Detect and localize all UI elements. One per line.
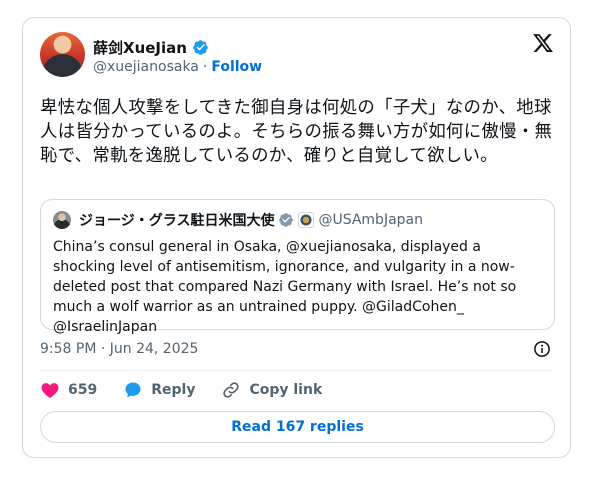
like-count: 659 (68, 382, 98, 398)
quoted-author-row: ジョージ・グラス駐日米国大使 @USAmbJapan (79, 210, 423, 230)
action-bar: 659 Reply Copy link (40, 379, 348, 401)
follow-button[interactable]: Follow (211, 59, 262, 75)
tweet-text: 卑怯な個人攻撃をしてきた御自身は何処の「子犬」なのか、地球人は皆分かっているのよ… (40, 98, 553, 166)
handle-separator: · (202, 59, 208, 75)
author-display-name[interactable]: 薛剑XueJian (93, 37, 187, 58)
quoted-author-avatar (53, 211, 71, 229)
quoted-tweet-text: China’s consul general in Osaka, @xuejia… (53, 239, 517, 335)
author-handle[interactable]: @xuejianosaka (93, 59, 199, 75)
author-name-row: 薛剑XueJian (93, 37, 209, 57)
read-replies-button[interactable]: Read 167 replies (40, 411, 555, 443)
link-icon (223, 382, 240, 398)
copy-link-button[interactable]: Copy link (221, 380, 322, 400)
tweet-card: 薛剑XueJian @xuejianosaka · Follow 卑怯な個人攻撃… (22, 17, 571, 458)
info-icon[interactable] (533, 340, 551, 358)
divider (40, 370, 553, 371)
copy-link-label: Copy link (249, 382, 323, 398)
tweet-timestamp[interactable]: 9:58 PM · Jun 24, 2025 (40, 341, 198, 357)
verified-badge-icon (279, 213, 294, 227)
author-handle-row: @xuejianosaka · Follow (93, 59, 262, 75)
like-button[interactable]: 659 (40, 380, 97, 400)
quoted-author-name: ジョージ・グラス駐日米国大使 (79, 213, 275, 229)
quoted-tweet[interactable]: ジョージ・グラス駐日米国大使 @USAmbJapan China’s consu… (40, 199, 555, 335)
x-logo-icon[interactable] (532, 32, 554, 54)
heart-icon (41, 383, 59, 398)
reply-icon (125, 382, 141, 398)
author-avatar[interactable] (40, 32, 85, 77)
quoted-author-handle: @USAmbJapan (318, 212, 423, 228)
verified-badge-icon (193, 39, 208, 55)
government-seal-icon (298, 212, 315, 228)
reply-button[interactable]: Reply (123, 380, 195, 400)
reply-label: Reply (151, 382, 196, 398)
